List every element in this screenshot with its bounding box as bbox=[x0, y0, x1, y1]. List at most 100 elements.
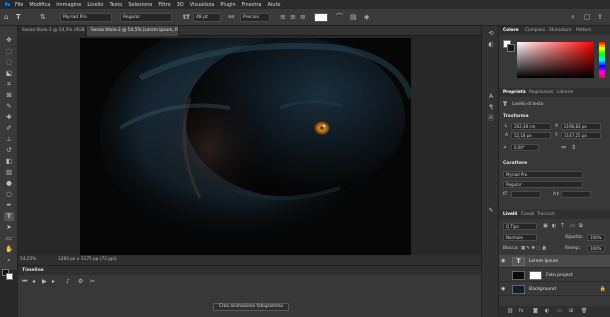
menu-plugin[interactable]: Plugin bbox=[220, 2, 235, 8]
history-icon[interactable]: ⟲ bbox=[486, 29, 496, 38]
history-brush-icon[interactable]: ↺ bbox=[4, 146, 14, 155]
menu-testo[interactable]: Testo bbox=[109, 2, 122, 8]
photoshop-logo[interactable]: Ps bbox=[3, 1, 12, 8]
visibility-eye-icon[interactable]: ◉ bbox=[501, 258, 505, 264]
align-left-icon[interactable]: ≡ bbox=[280, 14, 286, 21]
tab-proprieta[interactable]: Proprietà bbox=[503, 88, 526, 97]
gradient-tool-icon[interactable]: ▥ bbox=[4, 168, 14, 177]
layer-name[interactable]: Lorem Ipsum bbox=[529, 255, 558, 268]
previous-frame-icon[interactable]: ◂ bbox=[32, 278, 35, 285]
background-swatch[interactable] bbox=[507, 44, 515, 52]
share-icon[interactable]: ⇪ bbox=[597, 14, 603, 21]
layer-filter-select[interactable]: Q Tipo bbox=[503, 223, 537, 230]
split-icon[interactable]: ✂ bbox=[90, 278, 95, 285]
frame-tool-icon[interactable]: ⊠ bbox=[4, 91, 14, 100]
brush-tool-icon[interactable]: ✐ bbox=[4, 124, 14, 133]
font-style-select[interactable]: Regular bbox=[120, 13, 172, 22]
glyphs-icon[interactable]: Ⓐ bbox=[486, 114, 496, 123]
tab-tracciati[interactable]: Tracciati bbox=[537, 210, 555, 219]
lasso-tool-icon[interactable]: ◌ bbox=[4, 58, 14, 67]
search-icon[interactable]: ⌕ bbox=[571, 14, 575, 21]
settings-icon[interactable]: ⚙ bbox=[78, 278, 83, 285]
eraser-icon[interactable]: ◧ bbox=[4, 157, 14, 166]
color-field[interactable] bbox=[517, 42, 594, 78]
hand-tool-icon[interactable]: ✋ bbox=[4, 245, 14, 254]
path-selection-icon[interactable]: ➤ bbox=[4, 223, 14, 232]
leading-field[interactable] bbox=[561, 191, 591, 198]
layer-row[interactable]: ◉ T Lorem Ipsum bbox=[499, 255, 610, 268]
healing-brush-icon[interactable]: ✚ bbox=[4, 113, 14, 122]
tab-livelli[interactable]: Livelli bbox=[503, 210, 517, 219]
type-tool-icon[interactable]: T bbox=[4, 212, 14, 221]
character-icon[interactable]: A bbox=[486, 92, 496, 101]
font-size-field[interactable]: 48 pt bbox=[193, 13, 221, 22]
eyedropper-icon[interactable]: ✎ bbox=[4, 102, 14, 111]
tab-document-2[interactable]: Senza titolo-2 @ 54,5% (Lorem Ipsum, RGB… bbox=[87, 26, 179, 36]
mask-icon[interactable]: ◙ bbox=[533, 308, 538, 315]
tab-campioni[interactable]: Campioni bbox=[525, 26, 545, 35]
fx-icon[interactable]: fx bbox=[519, 308, 524, 315]
tab-canali[interactable]: Canali bbox=[521, 210, 534, 219]
menu-visualizza[interactable]: Visualizza bbox=[190, 2, 215, 8]
clone-stamp-icon[interactable]: ⊥ bbox=[4, 135, 14, 144]
fill-field[interactable]: 100% bbox=[587, 245, 605, 252]
filter-text-icon[interactable]: T bbox=[561, 223, 564, 230]
dodge-tool-icon[interactable]: ○ bbox=[4, 190, 14, 199]
antialias-select[interactable]: Preciso bbox=[240, 13, 270, 22]
flip-horizontal-icon[interactable]: ⇔ bbox=[561, 144, 566, 151]
align-right-icon[interactable]: ≡ bbox=[300, 14, 306, 21]
zoom-level[interactable]: 54,55% bbox=[20, 255, 36, 265]
font-family-select[interactable]: Myriad Pro bbox=[60, 13, 112, 22]
menu-modifica[interactable]: Modifica bbox=[29, 2, 50, 8]
crop-tool-icon[interactable]: ⌗ bbox=[4, 80, 14, 89]
hue-slider[interactable] bbox=[599, 42, 605, 78]
status-menu-icon[interactable]: › bbox=[96, 255, 98, 265]
tab-sfumature[interactable]: Sfumature bbox=[549, 26, 572, 35]
align-center-icon[interactable]: ≡ bbox=[290, 14, 296, 21]
group-icon[interactable]: ▭ bbox=[557, 308, 562, 315]
menu-aiuto[interactable]: Aiuto bbox=[267, 2, 280, 8]
lock-icons[interactable]: ▦ ✎ ✥ ⬚ 🔒 bbox=[521, 246, 547, 251]
filter-adjust-icon[interactable]: ◐ bbox=[552, 223, 556, 230]
zoom-tool-icon[interactable]: ⌕ bbox=[4, 256, 14, 265]
filter-smart-icon[interactable]: ⧉ bbox=[579, 223, 583, 230]
background-color-swatch[interactable] bbox=[6, 273, 13, 280]
flip-vertical-icon[interactable]: ⇕ bbox=[571, 144, 576, 151]
play-icon[interactable]: ▶ bbox=[42, 278, 47, 285]
first-frame-icon[interactable]: ⏮ bbox=[22, 278, 27, 286]
y-field[interactable]: 1147,25 px bbox=[561, 132, 601, 139]
adjust-icon[interactable]: ◐ bbox=[486, 40, 496, 49]
tab-regolazioni[interactable]: Regolazioni bbox=[529, 88, 554, 97]
artboard-tool-icon[interactable]: ⬚ bbox=[4, 47, 14, 56]
blur-tool-icon[interactable]: ● bbox=[4, 179, 14, 188]
menu-livello[interactable]: Livello bbox=[87, 2, 103, 8]
menu-selezione[interactable]: Selezione bbox=[128, 2, 152, 8]
menu-file[interactable]: File bbox=[15, 2, 23, 8]
create-frame-animation-button[interactable]: Crea animazione fotogramma bbox=[213, 303, 289, 311]
menu-immagine[interactable]: Immagine bbox=[56, 2, 81, 8]
pen-tool-icon[interactable]: ✒ bbox=[4, 201, 14, 210]
layer-row[interactable]: ◉ Background 🔒 bbox=[499, 283, 610, 296]
home-icon[interactable]: ⌂ bbox=[4, 14, 8, 21]
delete-icon[interactable]: 🗑 bbox=[581, 308, 587, 315]
link-icon[interactable]: ⛓ bbox=[507, 308, 513, 315]
menu-finestra[interactable]: Finestra bbox=[242, 2, 262, 8]
layer-row[interactable]: Foto project bbox=[499, 269, 610, 282]
next-frame-icon[interactable]: ▸ bbox=[52, 278, 55, 285]
move-tool-icon[interactable]: ✥ bbox=[4, 36, 14, 45]
tab-document-1[interactable]: Senza titolo-1 @ 54,5% (RGB/8) bbox=[18, 26, 86, 36]
type-tool-icon[interactable]: T bbox=[16, 14, 21, 21]
3d-icon[interactable]: ◈ bbox=[364, 14, 369, 21]
paragraph-icon[interactable]: ¶ bbox=[486, 103, 496, 112]
rectangle-tool-icon[interactable]: ▭ bbox=[4, 234, 14, 243]
blend-mode-select[interactable]: Normale bbox=[503, 234, 537, 241]
document-image[interactable] bbox=[80, 38, 411, 256]
character-size-field[interactable] bbox=[511, 191, 541, 198]
filter-shape-icon[interactable]: ▭ bbox=[570, 223, 575, 230]
transform-heading[interactable]: Trasforma bbox=[503, 114, 529, 119]
adjustment-icon[interactable]: ◐ bbox=[545, 308, 549, 315]
character-heading[interactable]: Carattere bbox=[503, 161, 527, 166]
toggle-orientation-icon[interactable]: ⇅ bbox=[40, 14, 46, 21]
width-field[interactable]: 262,38 cm bbox=[511, 123, 551, 130]
new-layer-icon[interactable]: ⊞ bbox=[569, 308, 573, 315]
